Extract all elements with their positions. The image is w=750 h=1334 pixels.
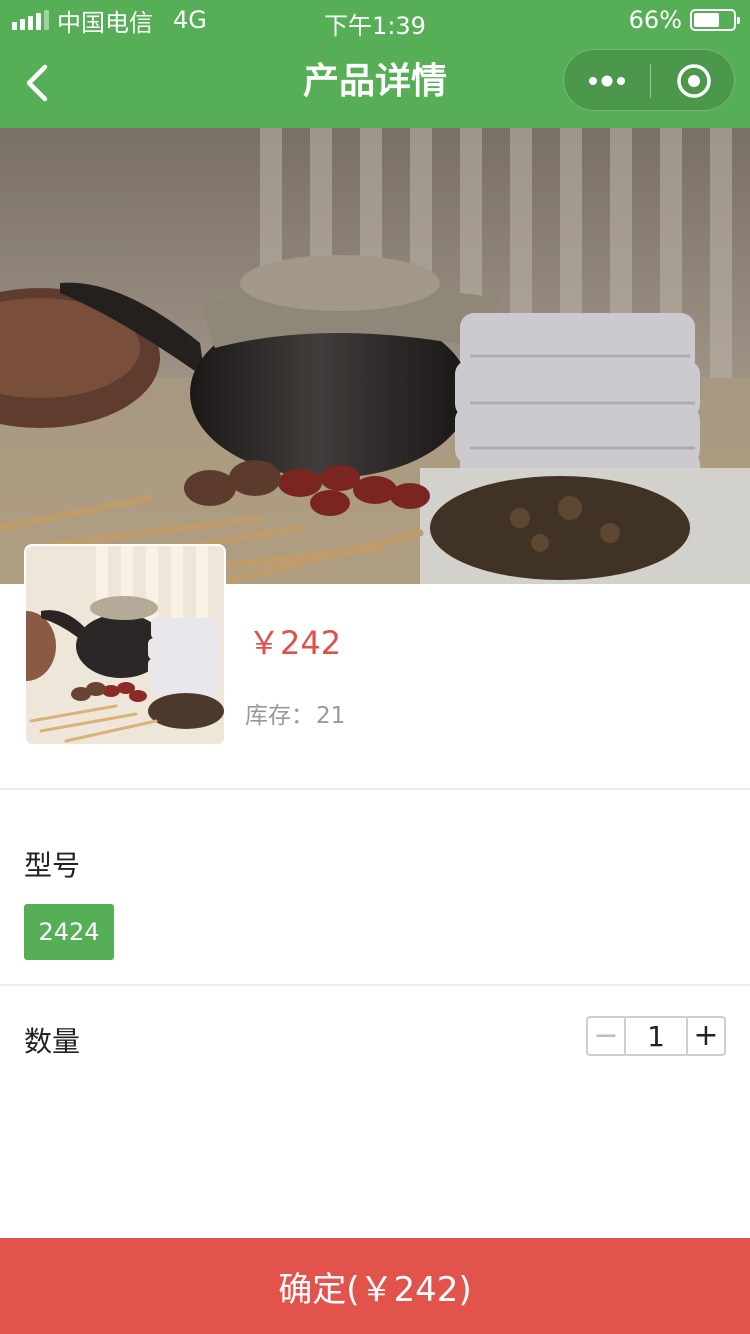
stock-info: 库存：21 [245, 696, 345, 730]
status-bar: 中国电信 4G 下午1:39 66% [0, 0, 750, 40]
quantity-label: 数量 [24, 1025, 81, 1058]
model-option-2424[interactable]: 2424 [24, 904, 114, 960]
battery-icon [690, 9, 740, 31]
battery-percent: 66% [628, 6, 682, 34]
divider [0, 984, 750, 986]
model-label: 型号 [24, 849, 81, 882]
nav-bar: 产品详情 [0, 40, 750, 128]
back-button[interactable] [14, 60, 60, 106]
divider [0, 788, 750, 790]
thumbnail-photo [26, 546, 224, 744]
increase-button[interactable]: + [686, 1018, 724, 1054]
chevron-left-icon [26, 64, 48, 102]
stock-value: 21 [316, 703, 346, 729]
battery-level [694, 13, 720, 27]
capsule-menu [563, 49, 735, 111]
target-circle-icon [676, 64, 711, 98]
product-price: ￥242 [248, 624, 342, 662]
more-dots-icon [589, 75, 625, 87]
product-thumbnail[interactable] [24, 544, 226, 746]
stock-label: 库存： [245, 703, 314, 729]
more-button[interactable] [564, 50, 650, 112]
hero-photo [0, 128, 750, 584]
decrease-button[interactable]: − [588, 1018, 626, 1054]
close-miniprogram-button[interactable] [651, 50, 736, 112]
quantity-value[interactable]: 1 [626, 1018, 686, 1054]
confirm-button[interactable]: 确定(￥242) [0, 1238, 750, 1334]
status-right: 66% [628, 6, 740, 34]
product-hero-image [0, 128, 750, 584]
quantity-stepper: − 1 + [586, 1016, 726, 1056]
